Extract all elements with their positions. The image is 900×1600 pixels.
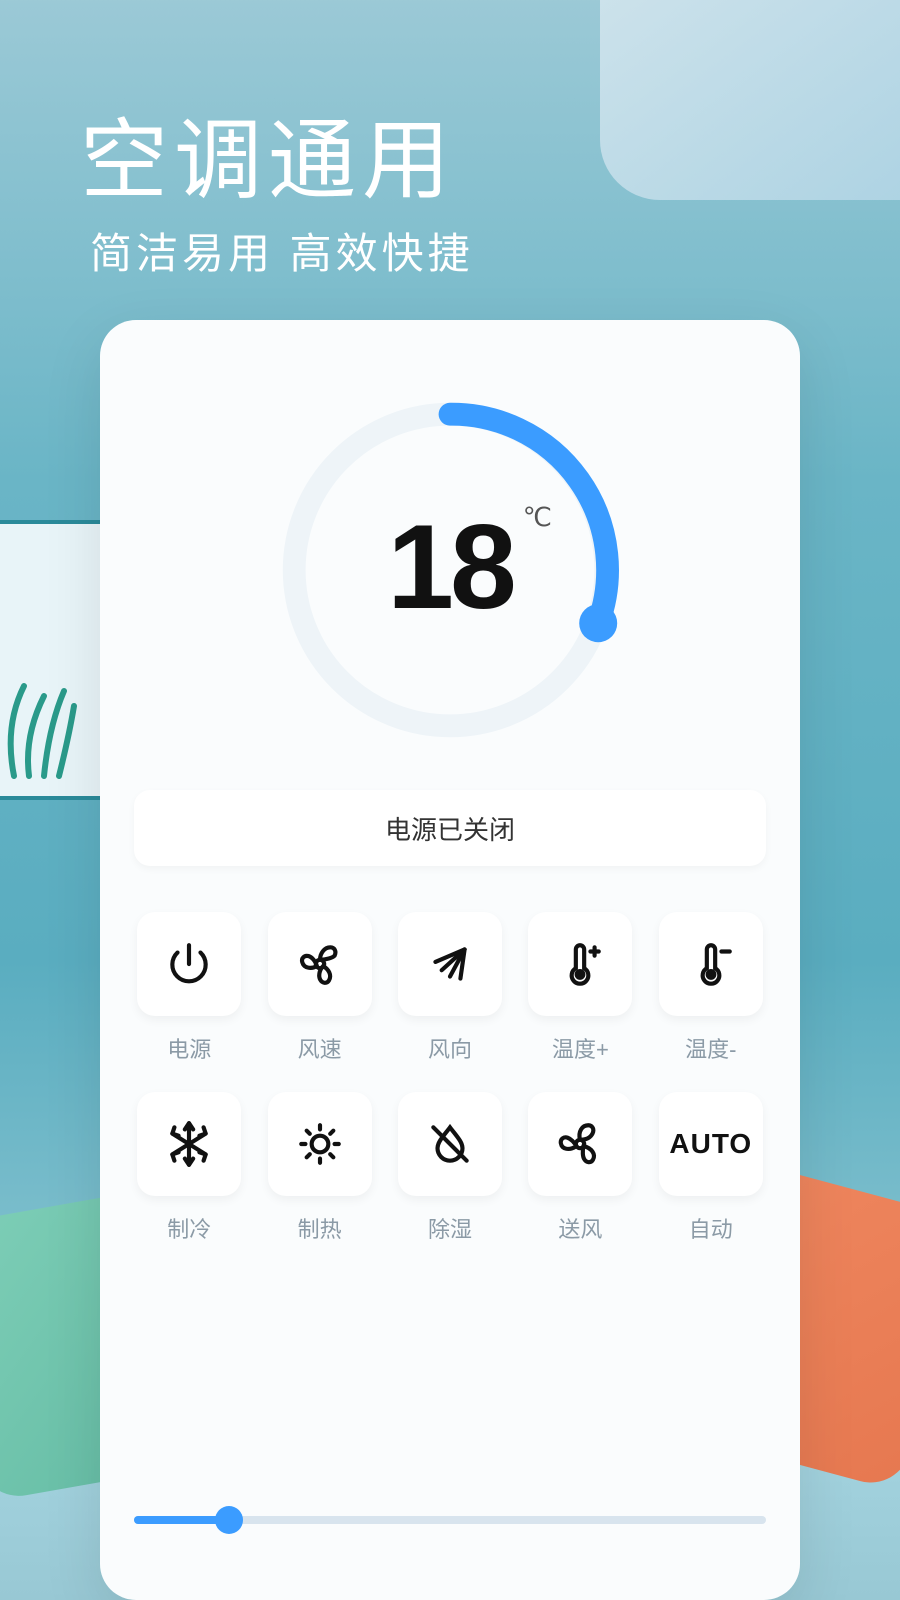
button-label: 除湿 [428, 1212, 472, 1244]
swing-button[interactable] [398, 912, 502, 1016]
temp-down-button[interactable] [659, 912, 763, 1016]
auto-text-icon: AUTO [669, 1128, 752, 1160]
sun-icon [295, 1119, 345, 1169]
fan-icon [295, 939, 345, 989]
fan-mode-button[interactable] [528, 1092, 632, 1196]
slider[interactable] [134, 1500, 766, 1540]
cool-button[interactable] [137, 1092, 241, 1196]
power-icon [164, 939, 214, 989]
button-label: 温度- [685, 1032, 736, 1064]
power-button[interactable] [137, 912, 241, 1016]
button-label: 制热 [298, 1212, 342, 1244]
page-title: 空调通用 [80, 90, 456, 217]
heat-button[interactable] [268, 1092, 372, 1196]
thermometer-plus-icon [555, 939, 605, 989]
remote-card: 18 ℃ 电源已关闭 电源 风速 [100, 320, 800, 1600]
temp-up-button[interactable] [528, 912, 632, 1016]
snowflake-icon [164, 1119, 214, 1169]
dry-button[interactable] [398, 1092, 502, 1196]
button-label: 温度+ [552, 1032, 609, 1064]
swing-icon [425, 939, 475, 989]
temperature-dial[interactable]: 18 ℃ [260, 380, 640, 760]
button-label: 制冷 [167, 1212, 211, 1244]
blower-icon [555, 1119, 605, 1169]
page-subtitle: 简洁易用 高效快捷 [90, 220, 474, 281]
status-text: 电源已关闭 [385, 810, 515, 847]
button-label: 风速 [298, 1032, 342, 1064]
slider-thumb[interactable] [215, 1506, 243, 1534]
button-label: 电源 [167, 1032, 211, 1064]
fan-speed-button[interactable] [268, 912, 372, 1016]
thermometer-minus-icon [686, 939, 736, 989]
status-bar: 电源已关闭 [134, 790, 766, 866]
temperature-value: 18 [387, 498, 512, 636]
controls-grid: 电源 风速 风向 [134, 912, 766, 1244]
button-label: 送风 [558, 1212, 602, 1244]
temperature-unit: ℃ [523, 502, 552, 533]
auto-button[interactable]: AUTO [659, 1092, 763, 1196]
droplet-off-icon [425, 1119, 475, 1169]
button-label: 自动 [689, 1212, 733, 1244]
button-label: 风向 [428, 1032, 472, 1064]
